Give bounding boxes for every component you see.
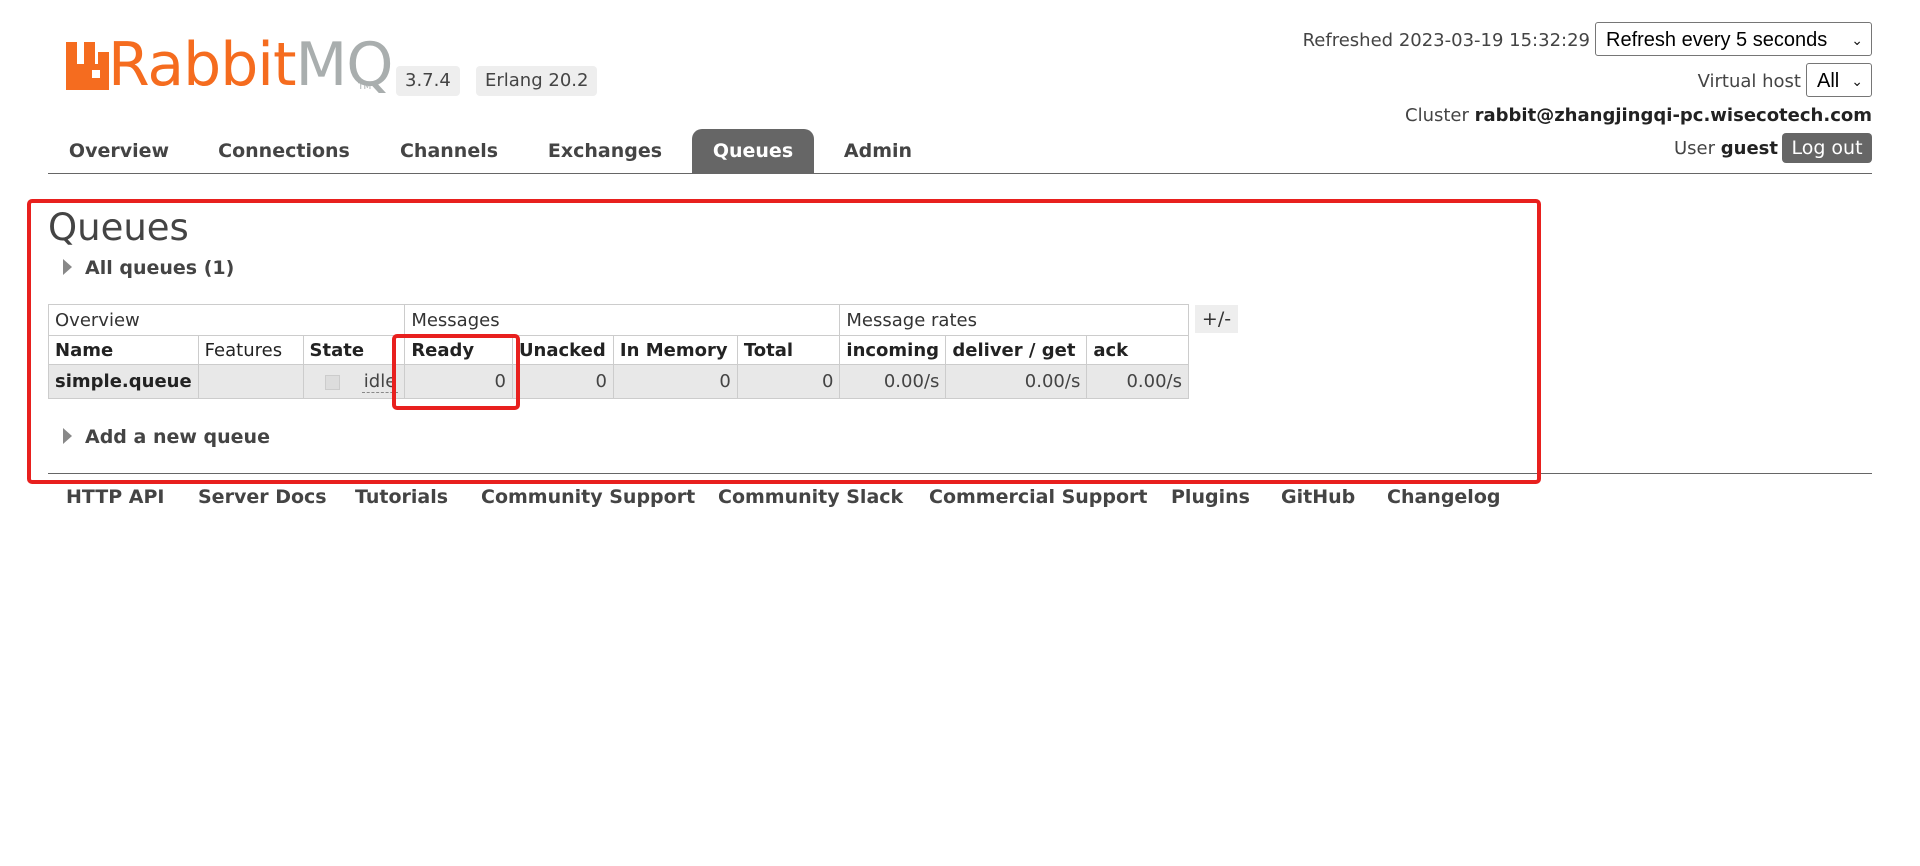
version-badge: 3.7.4: [396, 66, 460, 96]
tab-admin[interactable]: Admin: [838, 129, 918, 173]
refreshed-time: 2023-03-19 15:32:29: [1398, 30, 1590, 51]
tab-connections[interactable]: Connections: [208, 129, 360, 173]
footer-link-http-api[interactable]: HTTP API: [66, 486, 165, 508]
logout-button[interactable]: Log out: [1782, 133, 1872, 163]
vhost-select[interactable]: All ⌄: [1806, 63, 1872, 97]
tab-exchanges[interactable]: Exchanges: [538, 129, 672, 173]
user-info: User guest: [1674, 137, 1778, 161]
footer-link-changelog[interactable]: Changelog: [1387, 486, 1500, 508]
user-label: User: [1674, 138, 1716, 159]
refresh-interval-value: Refresh every 5 seconds: [1606, 29, 1828, 51]
annotation-highlight-main: [27, 199, 1541, 484]
user-name: guest: [1720, 138, 1778, 159]
annotation-highlight-ready: [392, 334, 520, 410]
vhost-label: Virtual host: [1697, 71, 1801, 92]
vhost-value: All: [1817, 70, 1840, 92]
footer-link-community-slack[interactable]: Community Slack: [718, 486, 903, 508]
tab-channels[interactable]: Channels: [390, 129, 508, 173]
nav-divider: [48, 173, 1872, 174]
refreshed-label: Refreshed: [1302, 30, 1394, 51]
erlang-badge: Erlang 20.2: [476, 66, 598, 96]
tab-queues[interactable]: Queues: [692, 129, 814, 173]
logo-word-mq: MQ: [295, 30, 394, 100]
tab-overview[interactable]: Overview: [57, 129, 181, 173]
refreshed-info: Refreshed 2023-03-19 15:32:29: [1303, 29, 1590, 53]
cluster-label: Cluster: [1405, 105, 1469, 126]
footer-link-server-docs[interactable]: Server Docs: [198, 486, 327, 508]
logo-word-rabbit: Rabbit: [108, 30, 297, 100]
footer-link-community-support[interactable]: Community Support: [481, 486, 695, 508]
footer-link-plugins[interactable]: Plugins: [1171, 486, 1250, 508]
cluster-name: rabbit@zhangjingqi-pc.wisecotech.com: [1474, 105, 1872, 126]
rabbitmq-logo-icon: [66, 42, 109, 90]
footer-link-commercial-support[interactable]: Commercial Support: [929, 486, 1148, 508]
footer-link-github[interactable]: GitHub: [1281, 486, 1355, 508]
footer-link-tutorials[interactable]: Tutorials: [355, 486, 448, 508]
rabbitmq-logo: RabbitMQ TM: [64, 34, 394, 96]
cluster-info: Cluster rabbit@zhangjingqi-pc.wisecotech…: [1405, 104, 1872, 128]
logo-trademark: TM: [358, 82, 372, 92]
chevron-down-icon: ⌄: [1851, 73, 1863, 89]
refresh-interval-select[interactable]: Refresh every 5 seconds ⌄: [1595, 22, 1872, 56]
chevron-down-icon: ⌄: [1851, 32, 1863, 48]
